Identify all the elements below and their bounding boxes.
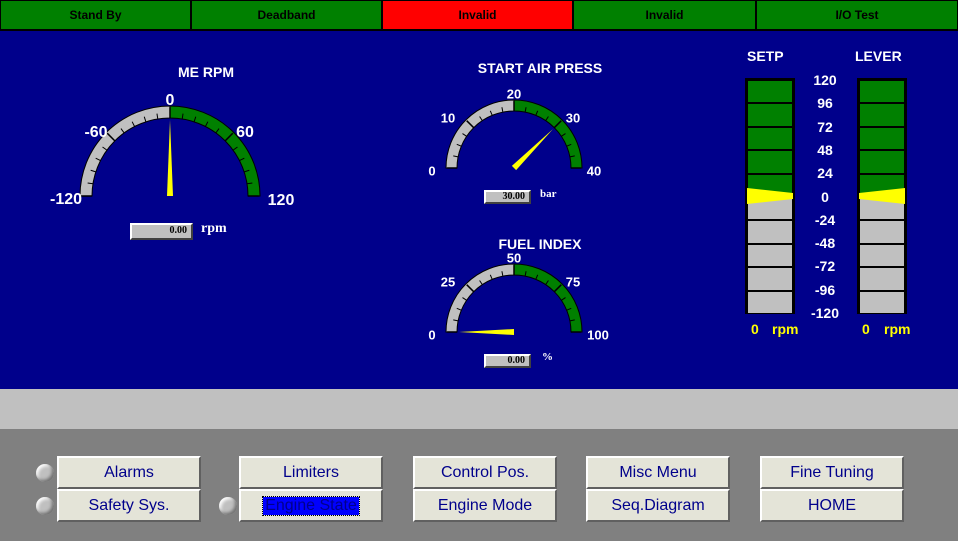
lever-segment: [859, 220, 905, 244]
fuel-index-tick-label: 50: [506, 250, 522, 266]
me-rpm-tick-label: 60: [236, 124, 254, 141]
me-rpm-unit: rpm: [201, 221, 227, 236]
lever-segment: [859, 126, 905, 151]
safety-sys-button[interactable]: Safety Sys.: [57, 489, 201, 522]
me-rpm-tick-label: -120: [49, 191, 83, 208]
fuel-index-readout: 0.00: [484, 354, 531, 368]
status-deadband: Deadband: [192, 1, 381, 29]
engine-state-button-label: Engine State: [262, 495, 360, 516]
bar-scale-label: -120: [810, 305, 840, 321]
engine-state-indicator-led: [219, 497, 237, 515]
bar-scale-label: 72: [817, 118, 833, 135]
start-air-tick-label: 0: [428, 163, 436, 179]
main-panel: ME RPM -120 -60 0 60 120 0.00 rpm START …: [0, 31, 958, 389]
me-rpm-readout: 0.00: [130, 223, 193, 240]
fuel-index-tick-label: 0: [428, 327, 436, 343]
alarms-indicator-led: [36, 464, 54, 482]
start-air-scale-gray: [445, 99, 515, 169]
lever-segment: [859, 243, 905, 268]
control-pos-button-label: Control Pos.: [440, 463, 530, 481]
setp-segment: [747, 150, 793, 174]
engine-mode-button[interactable]: Engine Mode: [413, 489, 557, 522]
fuel-index-unit: %: [542, 351, 553, 363]
setp-unit: rpm: [772, 321, 799, 337]
setp-segment: [747, 80, 793, 104]
engine-state-button[interactable]: Engine State: [239, 489, 383, 522]
lever-segment: [859, 290, 905, 314]
status-bar: Stand By Deadband Invalid Invalid I/O Te…: [0, 0, 958, 31]
lever-segment: [859, 267, 905, 291]
bar-scale-label: 120: [813, 72, 837, 88]
start-air-tick-label: 30: [565, 110, 581, 126]
bar-scale-label: -72: [814, 258, 836, 275]
lever-segment: [859, 103, 905, 127]
lever-segment: [859, 80, 905, 104]
lever-value: 0: [862, 321, 870, 337]
limiters-button-label: Limiters: [282, 463, 339, 481]
alarms-button[interactable]: Alarms: [57, 456, 201, 489]
start-air-unit: bar: [540, 188, 557, 200]
me-rpm-scale-green: [169, 105, 261, 197]
start-air-title: START AIR PRESS: [477, 60, 603, 76]
fuel-index-title: FUEL INDEX: [498, 236, 582, 252]
me-rpm-scale-gray: [79, 105, 171, 197]
seq-diagram-button-label: Seq.Diagram: [611, 496, 705, 514]
setp-pointer: [747, 188, 793, 204]
bar-scale-label: 96: [817, 95, 833, 112]
alarms-button-label: Alarms: [104, 463, 154, 481]
setp-title: SETP: [747, 48, 784, 64]
status-invalid-green: Invalid: [574, 1, 755, 29]
setp-segment: [747, 243, 793, 268]
bar-scale-label: 48: [817, 141, 833, 158]
bottom-panel: Alarms Safety Sys. Limiters Engine State…: [0, 429, 958, 541]
start-air-tick-label: 10: [440, 110, 456, 126]
message-strip: [0, 389, 958, 429]
misc-menu-button-label: Misc Menu: [619, 463, 697, 481]
bar-scale-label: 0: [821, 188, 829, 205]
fuel-index-tick-label: 75: [565, 274, 581, 290]
setp-segment: [747, 290, 793, 314]
home-button[interactable]: HOME: [760, 489, 904, 522]
bar-scale-label: 24: [817, 165, 833, 182]
setp-segment: [747, 220, 793, 244]
status-io-test: I/O Test: [757, 1, 957, 29]
setp-bar: [745, 78, 795, 314]
safety-sys-button-label: Safety Sys.: [88, 496, 170, 514]
fine-tuning-button-label: Fine Tuning: [790, 463, 874, 481]
fine-tuning-button[interactable]: Fine Tuning: [760, 456, 904, 489]
start-air-needle: [511, 129, 553, 171]
start-air-tick-label: 20: [506, 86, 522, 102]
setp-segment: [747, 267, 793, 291]
bar-scale-label: -96: [814, 281, 836, 298]
status-invalid-red: Invalid: [383, 1, 572, 29]
fuel-index-tick-label: 100: [587, 327, 609, 343]
me-rpm-tick-label: -60: [84, 124, 108, 141]
misc-menu-button[interactable]: Misc Menu: [586, 456, 730, 489]
safety-indicator-led: [36, 497, 54, 515]
me-rpm-needle: [167, 120, 173, 196]
control-pos-button[interactable]: Control Pos.: [413, 456, 557, 489]
bar-scale-label: -48: [814, 235, 836, 252]
fuel-index-needle: [459, 329, 514, 335]
engine-mode-button-label: Engine Mode: [437, 496, 533, 514]
lever-unit: rpm: [884, 321, 911, 337]
status-standby: Stand By: [1, 1, 190, 29]
start-air-readout: 30.00: [484, 190, 531, 204]
bar-scale-label: -24: [814, 211, 836, 228]
setp-segment: [747, 103, 793, 127]
fuel-index-scale-gray: [445, 263, 515, 333]
lever-bar: [857, 78, 907, 314]
me-rpm-tick-label: 120: [267, 192, 295, 209]
seq-diagram-button[interactable]: Seq.Diagram: [586, 489, 730, 522]
home-button-label: HOME: [808, 496, 856, 514]
fuel-index-tick-label: 25: [440, 274, 456, 290]
limiters-button[interactable]: Limiters: [239, 456, 383, 489]
lever-segment: [859, 150, 905, 174]
me-rpm-tick-label: 0: [165, 92, 175, 109]
start-air-tick-label: 40: [586, 163, 602, 179]
setp-value: 0: [751, 321, 759, 337]
lever-pointer: [859, 188, 905, 204]
setp-segment: [747, 126, 793, 151]
lever-title: LEVER: [855, 48, 902, 64]
